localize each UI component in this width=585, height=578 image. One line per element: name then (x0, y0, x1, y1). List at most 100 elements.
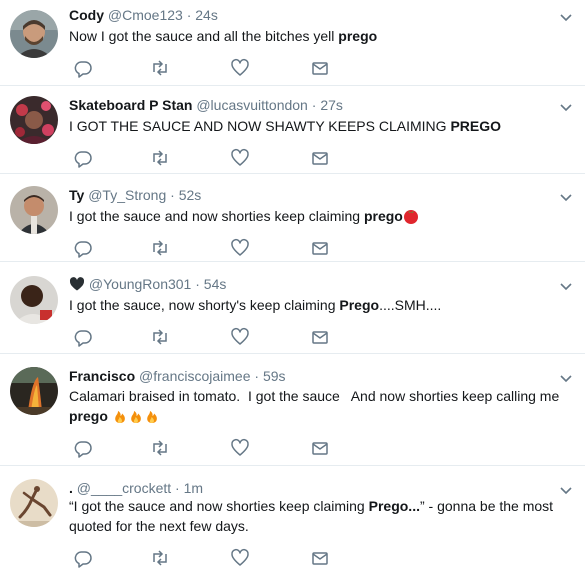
timestamp[interactable]: 27s (320, 97, 343, 113)
tweet-text-part: “I got the sauce and now shorties keep c… (69, 498, 369, 514)
message-icon (312, 152, 328, 165)
reply-icon (74, 241, 92, 258)
tweet-text-part: ” - gonna be the most (419, 498, 554, 514)
tweet-text-part: I GOT THE SAUCE AND NOW SHAWTY KEEPS CLA… (69, 118, 451, 134)
tweet-text-line: quoted for the next few days. (69, 518, 249, 534)
display-name[interactable]: . (69, 480, 73, 496)
like-button[interactable] (230, 438, 250, 458)
like-button[interactable] (230, 58, 250, 78)
tweet-text-line: prego (69, 406, 569, 426)
retweet-icon (153, 150, 167, 166)
timestamp[interactable]: 59s (263, 368, 286, 384)
reply-button[interactable] (73, 438, 93, 458)
tweet[interactable]: Ty @Ty_Strong · 52s I got the sauce and … (0, 174, 585, 262)
retweet-button[interactable] (150, 548, 170, 568)
tweet[interactable]: @YoungRon301 · 54s I got the sauce, now … (0, 262, 585, 354)
avatar[interactable] (10, 367, 58, 415)
like-button[interactable] (230, 148, 250, 168)
like-icon (231, 149, 249, 166)
reply-button[interactable] (73, 327, 93, 347)
reply-icon (74, 151, 92, 168)
tweet[interactable]: Skateboard P Stan @lucasvuittondon · 27s… (0, 86, 585, 174)
retweet-icon (153, 329, 167, 345)
retweet-button[interactable] (150, 438, 170, 458)
avatar[interactable] (10, 10, 58, 58)
message-icon (312, 242, 328, 255)
tweet-text-bold: prego (69, 408, 108, 424)
tweet-text-bold: Prego... (368, 498, 420, 514)
message-icon (312, 552, 328, 565)
user-handle[interactable]: @YoungRon301 (89, 276, 191, 292)
tweet-header: @YoungRon301 · 54s (69, 274, 226, 294)
like-button[interactable] (230, 238, 250, 258)
timestamp[interactable]: 52s (179, 187, 202, 203)
separator: · (195, 276, 200, 292)
like-button[interactable] (230, 548, 250, 568)
avatar[interactable] (10, 96, 58, 144)
message-button[interactable] (310, 438, 330, 458)
chevron-down-icon[interactable] (558, 370, 574, 386)
avatar[interactable] (10, 186, 58, 234)
tweet[interactable]: Francisco @franciscojaimee · 59s Calamar… (0, 354, 585, 466)
retweet-icon (153, 240, 167, 256)
display-name[interactable]: Skateboard P Stan (69, 97, 192, 113)
separator: · (254, 368, 260, 384)
retweet-button[interactable] (150, 58, 170, 78)
timestamp[interactable]: 1m (184, 480, 203, 496)
tweet-text-line: Calamari braised in tomato. I got the sa… (69, 388, 560, 404)
like-icon (231, 549, 249, 566)
user-handle[interactable]: @____crockett (77, 480, 171, 496)
retweet-icon (153, 550, 167, 566)
reply-button[interactable] (73, 58, 93, 78)
fire-emoji-icon (130, 411, 141, 423)
reply-button[interactable] (73, 238, 93, 258)
user-handle[interactable]: @Ty_Strong (88, 187, 166, 203)
message-button[interactable] (310, 548, 330, 568)
user-handle[interactable]: @franciscojaimee (139, 368, 250, 384)
like-icon (231, 59, 249, 76)
retweet-button[interactable] (150, 327, 170, 347)
tweet-header: . @____crockett · 1m (69, 478, 203, 498)
separator: · (311, 97, 317, 113)
tweet-actions (69, 58, 369, 78)
display-name[interactable]: Cody (69, 7, 104, 23)
chevron-down-icon[interactable] (558, 99, 574, 115)
tweet[interactable]: . @____crockett · 1m “I got the sauce an… (0, 466, 585, 578)
display-name[interactable]: Ty (69, 187, 84, 203)
reply-button[interactable] (73, 548, 93, 568)
retweet-button[interactable] (150, 238, 170, 258)
reply-button[interactable] (73, 148, 93, 168)
tweet-text-bold: prego (338, 28, 378, 44)
avatar-photo-icon (10, 10, 58, 58)
tweet[interactable]: Cody @Cmoe123 · 24s Now I got the sauce … (0, 0, 585, 86)
like-button[interactable] (230, 327, 250, 347)
timestamp[interactable]: 54s (204, 276, 227, 292)
avatar-photo-icon (10, 96, 58, 144)
message-button[interactable] (310, 148, 330, 168)
avatar[interactable] (10, 276, 58, 324)
reply-icon (74, 330, 92, 347)
timestamp[interactable]: 24s (195, 7, 218, 23)
tweet-actions (69, 438, 369, 458)
retweet-button[interactable] (150, 148, 170, 168)
message-button[interactable] (310, 58, 330, 78)
user-handle[interactable]: @Cmoe123 (108, 7, 183, 23)
black-heart-icon (69, 277, 85, 291)
tweet-text-part: I got the sauce, now shorty's keep claim… (69, 297, 340, 313)
user-handle[interactable]: @lucasvuittondon (196, 97, 308, 113)
avatar-photo-icon (10, 186, 58, 234)
chevron-down-icon[interactable] (558, 189, 574, 205)
avatar[interactable] (10, 479, 58, 527)
retweet-icon (153, 60, 167, 76)
reply-icon (74, 61, 92, 78)
separator: · (186, 7, 192, 23)
fire-emoji-icon (146, 411, 157, 423)
tweet-text-part: I got the sauce and now shorties keep cl… (69, 208, 364, 224)
tweet-text: I got the sauce, now shorty's keep claim… (69, 295, 569, 315)
tweet-header: Ty @Ty_Strong · 52s (69, 185, 201, 205)
chevron-down-icon[interactable] (558, 9, 574, 25)
display-name[interactable]: Francisco (69, 368, 135, 384)
message-button[interactable] (310, 238, 330, 258)
message-button[interactable] (310, 327, 330, 347)
chevron-down-icon[interactable] (558, 278, 574, 294)
